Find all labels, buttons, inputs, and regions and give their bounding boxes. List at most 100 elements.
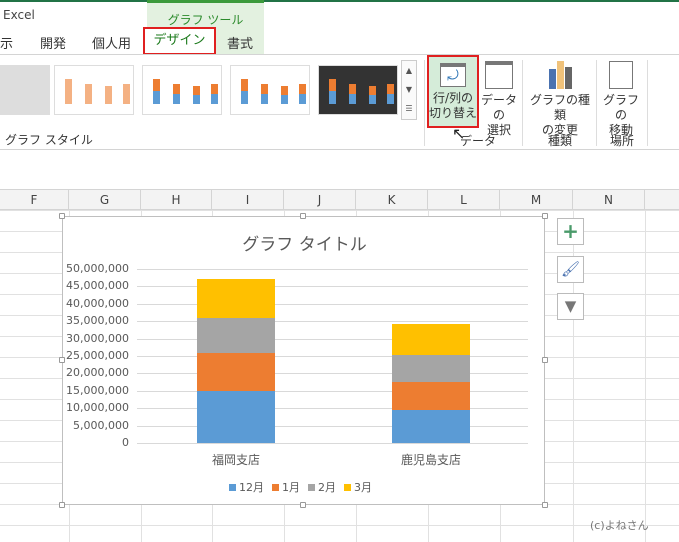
column-header-i[interactable]: I	[212, 190, 284, 210]
bar-segment[interactable]	[392, 355, 470, 383]
chart-styles-button[interactable]: 🖌	[557, 256, 584, 283]
gridline	[137, 269, 528, 270]
divider	[647, 60, 648, 146]
mouse-cursor-icon: ↖	[452, 124, 466, 143]
chart-filters-button[interactable]: ▼	[557, 293, 584, 320]
chart-style-thumbnail[interactable]	[54, 65, 134, 115]
chart-style-thumbnail[interactable]	[142, 65, 222, 115]
legend-label: 3月	[354, 481, 372, 494]
chart-title[interactable]: グラフ タイトル	[63, 230, 546, 255]
bar-segment[interactable]	[392, 324, 470, 356]
legend-swatch	[229, 484, 236, 491]
bar-segment[interactable]	[392, 382, 470, 411]
tab-design[interactable]: デザイン	[143, 27, 216, 55]
y-tick-label: 35,000,000	[66, 314, 129, 328]
gallery-more-icon[interactable]: ☰	[402, 99, 416, 118]
legend[interactable]: 12月 1月 2月 3月	[63, 479, 546, 495]
column-header-k[interactable]: K	[356, 190, 428, 210]
column-header-g[interactable]: G	[69, 190, 141, 210]
scroll-down-icon[interactable]: ▼	[402, 80, 416, 99]
location-group-label: 場所	[610, 134, 635, 148]
legend-item[interactable]: 3月	[344, 481, 372, 494]
switch-label-1: 行/列の	[432, 91, 474, 105]
gridline	[137, 303, 528, 305]
app-title: Excel	[3, 8, 35, 22]
tab-developer[interactable]: 開発	[40, 33, 66, 52]
bar-segment[interactable]	[197, 390, 275, 443]
bar-segment[interactable]	[197, 317, 275, 353]
resize-handle[interactable]	[300, 502, 306, 508]
resize-handle[interactable]	[59, 213, 65, 219]
resize-handle[interactable]	[542, 213, 548, 219]
y-tick-label: 20,000,000	[66, 366, 129, 380]
grid-line	[645, 210, 646, 542]
column-header-f[interactable]: F	[0, 190, 69, 210]
scroll-up-icon[interactable]: ▲	[402, 61, 416, 80]
x-category-label: 福岡支店	[211, 453, 260, 467]
y-tick-label: 30,000,000	[66, 331, 129, 345]
change-chart-type-button[interactable]: グラフの種類 の変更	[526, 61, 594, 138]
chart-elements-button[interactable]: +	[557, 218, 584, 245]
y-tick-label: 45,000,000	[66, 279, 129, 293]
column-headers: F G H I J K L M N	[0, 190, 679, 210]
resize-handle[interactable]	[542, 502, 548, 508]
tab-view[interactable]: 示	[0, 33, 13, 52]
chart-style-thumbnail[interactable]	[230, 65, 310, 115]
move-chart-icon	[609, 61, 633, 89]
resize-handle[interactable]	[59, 502, 65, 508]
change-type-label-1: グラフの種類	[529, 93, 590, 122]
chart-styles-group-label: グラフ スタイル	[5, 133, 93, 147]
select-data-button[interactable]: データの 選択	[478, 61, 520, 138]
bar-segment[interactable]	[197, 278, 275, 318]
tab-personal[interactable]: 個人用	[92, 33, 131, 52]
y-tick-label: 25,000,000	[66, 349, 129, 362]
select-data-label-1: データの	[480, 93, 517, 122]
title-bar	[0, 2, 679, 28]
y-tick-label: 0	[122, 436, 129, 449]
select-data-icon	[485, 61, 513, 89]
paintbrush-icon: 🖌	[560, 260, 581, 278]
legend-label: 12月	[239, 481, 264, 494]
chart-type-icon	[547, 61, 573, 89]
switch-row-column-button[interactable]: ⤾ 行/列の 切り替え	[427, 55, 479, 128]
divider	[596, 60, 597, 146]
switch-label-2: 切り替え	[429, 106, 478, 120]
column-header-m[interactable]: M	[500, 190, 573, 210]
chart-style-thumbnail[interactable]	[318, 65, 398, 115]
column-header-n[interactable]: N	[573, 190, 645, 210]
filter-icon: ▼	[564, 297, 577, 315]
gridline	[137, 286, 528, 288]
x-category-label: 鹿児島支店	[400, 453, 461, 467]
chart-style-thumbnail[interactable]	[0, 65, 50, 115]
resize-handle[interactable]	[59, 357, 65, 363]
gridline	[137, 321, 528, 323]
y-tick-label: 15,000,000	[66, 383, 129, 397]
y-tick-label: 5,000,000	[73, 418, 129, 432]
move-chart-button[interactable]: グラフの 移動	[599, 61, 643, 138]
divider	[522, 60, 523, 146]
legend-swatch	[272, 484, 279, 491]
plus-icon: +	[562, 219, 579, 243]
column-header-l[interactable]: L	[428, 190, 500, 210]
chart-tools-label: グラフ ツール	[167, 13, 244, 27]
gridline	[137, 443, 528, 444]
column-header-h[interactable]: H	[141, 190, 212, 210]
y-tick-label: 50,000,000	[66, 262, 129, 275]
formula-bar-area	[0, 150, 679, 190]
tab-format[interactable]: 書式	[227, 33, 253, 52]
resize-handle[interactable]	[542, 357, 548, 363]
move-chart-label-1: グラフの	[602, 93, 639, 122]
legend-label: 2月	[318, 481, 336, 494]
gallery-scroll[interactable]: ▲ ▼ ☰	[401, 60, 417, 120]
legend-item[interactable]: 12月	[229, 481, 264, 494]
resize-handle[interactable]	[300, 213, 306, 219]
legend-item[interactable]: 2月	[308, 481, 336, 494]
switch-row-column-icon: ⤾	[440, 63, 466, 87]
bar-segment[interactable]	[197, 352, 275, 391]
bar-segment[interactable]	[392, 410, 470, 443]
legend-swatch	[344, 484, 351, 491]
chart-area[interactable]: グラフ タイトル 12月 1月 2月 3月 0 5,000,000 10,000,000 1…	[62, 216, 545, 505]
column-header-j[interactable]: J	[284, 190, 356, 210]
legend-item[interactable]: 1月	[272, 481, 300, 494]
type-group-label: 種類	[548, 134, 573, 148]
